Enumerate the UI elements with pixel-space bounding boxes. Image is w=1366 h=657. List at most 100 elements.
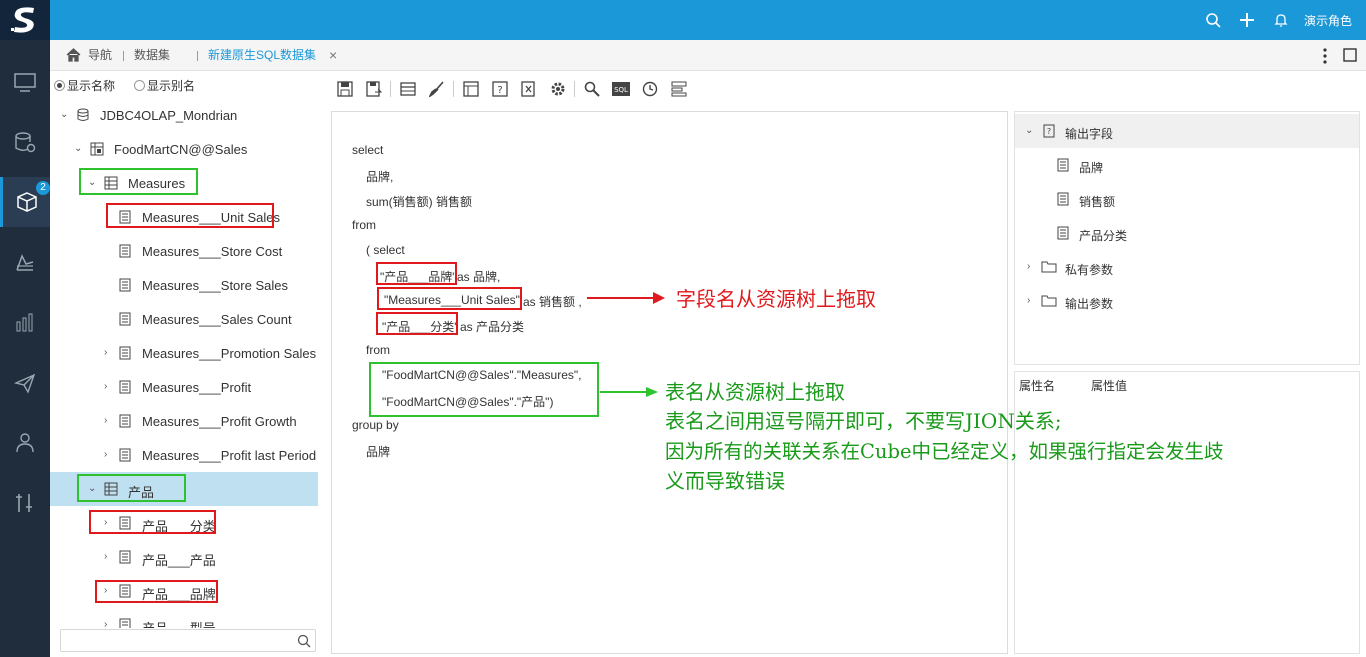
sql-button[interactable]: SQL	[606, 77, 635, 101]
breadcrumb-home[interactable]: 导航	[88, 40, 112, 71]
left-nav: 2	[0, 40, 50, 657]
tree-search-input[interactable]	[61, 630, 281, 651]
output-fields-icon: ?	[1043, 124, 1055, 138]
field-icon	[119, 244, 131, 258]
radio-display-name[interactable]: 显示名称	[54, 77, 115, 94]
output-fields-node[interactable]: ⌄ ? 输出字段	[1015, 114, 1359, 148]
tab-new-sql-dataset[interactable]: 新建原生SQL数据集	[208, 40, 316, 71]
output-params-node[interactable]: › 输出参数	[1015, 284, 1359, 318]
chevron-right-icon[interactable]: ›	[104, 415, 107, 426]
table-button[interactable]	[393, 77, 422, 101]
settings-button[interactable]	[543, 77, 572, 101]
chevron-right-icon[interactable]: ›	[104, 347, 107, 358]
tree-field-profit[interactable]: › Measures___Profit	[50, 370, 318, 404]
annotation-green-line4: 义而导致错误	[665, 469, 785, 493]
more-options-icon[interactable]	[1322, 47, 1328, 65]
field-icon	[119, 346, 131, 360]
chevron-right-icon[interactable]: ›	[104, 619, 107, 628]
private-params-node[interactable]: › 私有参数	[1015, 250, 1359, 284]
plus-icon[interactable]	[1230, 0, 1264, 40]
property-value-header: 属性值	[1091, 379, 1128, 393]
tree-field-store-cost[interactable]: Measures___Store Cost	[50, 234, 318, 268]
resource-tree-panel: 显示名称 显示别名 ⌄ JDBC4OLAP_Mondrian ⌄ FoodMar…	[50, 71, 318, 657]
field-icon	[119, 618, 131, 628]
chevron-right-icon[interactable]: ›	[104, 449, 107, 460]
tree-field-sales-count[interactable]: Measures___Sales Count	[50, 302, 318, 336]
folder-icon	[1041, 295, 1057, 307]
schedule-button[interactable]	[635, 77, 664, 101]
breadcrumb-dataset[interactable]: 数据集	[134, 40, 170, 71]
tree-field-profit-last-period[interactable]: › Measures___Profit last Period	[50, 438, 318, 472]
tree-field-profit-growth[interactable]: › Measures___Profit Growth	[50, 404, 318, 438]
chevron-right-icon[interactable]: ›	[1027, 295, 1030, 306]
maximize-icon[interactable]	[1343, 48, 1357, 62]
breadcrumb-separator	[197, 51, 198, 61]
export-icon	[520, 81, 535, 97]
chevron-down-icon[interactable]: ⌄	[1025, 125, 1033, 136]
green-arrow-icon	[600, 387, 658, 397]
nav-tools[interactable]	[0, 478, 50, 528]
property-panel: 属性名 属性值	[1014, 371, 1360, 654]
format-button[interactable]	[422, 77, 451, 101]
toolbar-separator	[453, 81, 454, 97]
search-icon[interactable]	[297, 634, 311, 648]
nav-data-source[interactable]	[0, 118, 50, 168]
radio-unchecked-icon	[134, 80, 145, 91]
save-as-icon	[365, 81, 382, 97]
tools-icon	[16, 494, 32, 512]
user-role-menu[interactable]: 演示角色	[1304, 12, 1352, 29]
tree-field-store-sales[interactable]: Measures___Store Sales	[50, 268, 318, 302]
highlight-green-tables	[369, 362, 599, 417]
output-field-sales[interactable]: 销售额	[1015, 182, 1359, 216]
nav-publish[interactable]	[0, 358, 50, 408]
chevron-down-icon[interactable]: ⌄	[60, 109, 68, 120]
tab-close-icon[interactable]: ×	[329, 40, 337, 71]
nav-report[interactable]	[0, 238, 50, 288]
export-button[interactable]	[514, 77, 543, 101]
breadcrumb-separator	[123, 51, 124, 61]
output-field-brand[interactable]: 品牌	[1015, 148, 1359, 182]
property-name-header: 属性名	[1019, 379, 1056, 393]
database-icon	[77, 108, 89, 121]
output-field-category[interactable]: 产品分类	[1015, 216, 1359, 250]
svg-text:SQL: SQL	[614, 86, 628, 94]
home-icon[interactable]	[66, 48, 81, 62]
cube-table-icon	[90, 142, 104, 156]
save-button[interactable]	[330, 77, 359, 101]
nav-monitor[interactable]	[0, 58, 50, 108]
field-icon	[119, 448, 131, 462]
search-icon	[584, 81, 600, 97]
properties-button[interactable]	[456, 77, 485, 101]
highlight-red-category-field	[376, 312, 458, 335]
nav-users[interactable]	[0, 418, 50, 468]
tree-search	[60, 629, 316, 652]
chevron-right-icon[interactable]: ›	[104, 551, 107, 562]
tree-field-product-product[interactable]: › 产品___产品	[50, 540, 318, 574]
monitor-icon	[14, 73, 36, 92]
red-arrow-icon	[587, 292, 665, 304]
field-icon	[1057, 192, 1069, 206]
highlight-green-measures	[79, 168, 198, 195]
toolbar-separator	[574, 81, 575, 97]
bell-icon[interactable]	[1264, 0, 1298, 40]
tree-node-datasource[interactable]: ⌄ JDBC4OLAP_Mondrian	[50, 98, 318, 132]
parameter-button[interactable]: ?	[485, 77, 514, 101]
radio-display-alias[interactable]: 显示别名	[134, 77, 195, 94]
chevron-down-icon[interactable]: ⌄	[74, 143, 82, 154]
nav-analysis[interactable]	[0, 298, 50, 348]
save-icon	[336, 81, 353, 97]
search-icon[interactable]	[1196, 0, 1230, 40]
table-icon	[399, 82, 416, 96]
layout-button[interactable]	[664, 77, 693, 101]
properties-icon	[462, 81, 479, 97]
search-button[interactable]	[577, 77, 606, 101]
tree-node-cube[interactable]: ⌄ FoodMartCN@@Sales	[50, 132, 318, 166]
tree-field-product-model[interactable]: › 产品___型号	[50, 608, 318, 628]
highlight-red-product-brand	[95, 580, 218, 603]
app-logo[interactable]	[0, 0, 50, 40]
chevron-right-icon[interactable]: ›	[1027, 261, 1030, 272]
chevron-right-icon[interactable]: ›	[104, 381, 107, 392]
nav-dataset[interactable]: 2	[0, 177, 50, 227]
tree-field-promotion-sales[interactable]: › Measures___Promotion Sales	[50, 336, 318, 370]
save-as-button[interactable]	[359, 77, 388, 101]
